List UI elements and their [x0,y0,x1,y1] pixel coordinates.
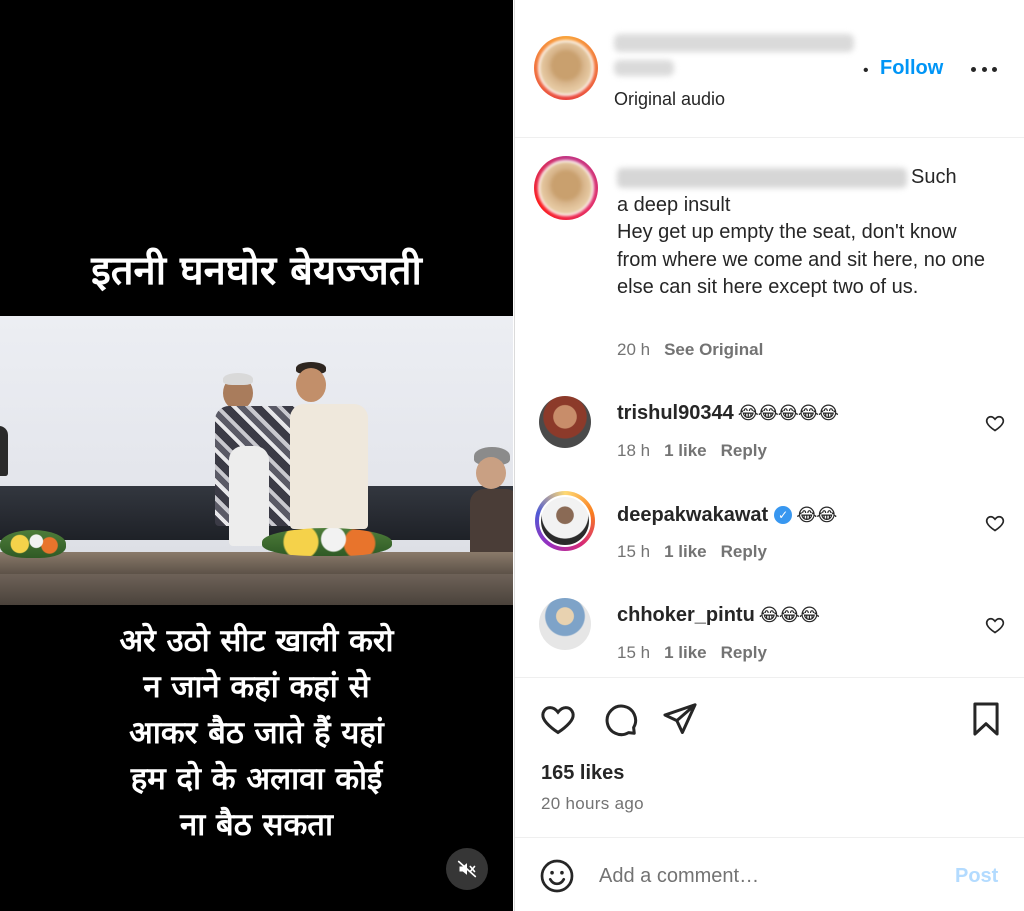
comment-likes[interactable]: 1 like [664,441,707,460]
comment-meta: 15 h 1 like Reply [617,542,781,562]
post-header: • Follow Original audio [515,0,1024,138]
caption-text: Such a deep insult Hey get up empty the … [617,166,985,298]
avatar[interactable] [539,396,591,448]
table [0,552,513,574]
comment-item: trishul90344 😂😂😂😂😂 18 h 1 like Reply [515,396,1024,496]
post-panel: • Follow Original audio Such a deep insu… [514,0,1024,911]
reply-button[interactable]: Reply [721,441,767,460]
comment-likes[interactable]: 1 like [664,542,707,561]
heart-icon[interactable] [985,615,1005,635]
verified-badge-icon: ✓ [774,506,793,524]
comment-bar: Post [515,837,1024,911]
bookmark-icon[interactable] [967,700,1005,738]
avatar[interactable] [538,40,594,96]
heart-icon[interactable] [539,700,577,738]
follow-button[interactable]: Follow [880,57,943,80]
flower-arrangement [0,530,66,558]
username-blurred[interactable] [614,34,854,52]
comment-text: 😂😂 [796,505,837,525]
video-bottom-caption: अरे उठो सीट खाली करो न जाने कहां कहां से… [119,623,394,843]
comment-item: deepakwakawat ✓ 😂😂 15 h 1 like Reply [515,491,1024,594]
comment-username[interactable]: deepakwakawat [617,504,768,526]
avatar[interactable] [539,495,591,547]
comment-input[interactable] [599,858,929,894]
video-frame [0,316,513,605]
separator-dot: • [863,62,869,79]
comment-username[interactable]: chhoker_pintu [617,604,755,626]
comment-username[interactable]: trishul90344 [617,402,734,424]
video-top-caption: इतनी घनघोर बेयज्जती [91,248,422,294]
smiley-icon[interactable] [539,858,575,894]
audio-link[interactable]: Original audio [614,89,725,110]
post-actions: 165 likes 20 hours ago [515,677,1024,837]
more-options-icon[interactable] [971,62,997,76]
caption-time: 20 h [617,340,651,359]
comment-meta: 18 h 1 like Reply [617,441,781,461]
video-player[interactable]: इतनी घनघोर बेयज्जती अरे उठो सीट खाली करो… [0,0,513,911]
comment-time: 15 h [617,542,651,561]
see-original-link[interactable]: See Original [664,340,763,359]
heart-icon[interactable] [985,513,1005,533]
avatar[interactable] [538,160,594,216]
mute-button[interactable] [446,848,488,890]
heart-icon[interactable] [985,413,1005,433]
reply-button[interactable]: Reply [721,542,767,561]
comment-text: 😂😂😂 [758,605,820,625]
comment-likes[interactable]: 1 like [664,643,707,662]
comment-time: 15 h [617,643,651,662]
speaker-muted-icon [457,860,477,878]
username-blurred[interactable] [617,167,907,188]
comment-icon[interactable] [601,700,639,738]
post-button[interactable]: Post [955,865,998,888]
comment-text: 😂😂😂😂😂 [737,403,839,423]
like-count[interactable]: 165 likes [541,762,624,785]
username-blurred [614,60,674,76]
comment-time: 18 h [617,441,651,460]
avatar[interactable] [539,598,591,650]
post-timestamp: 20 hours ago [541,794,644,813]
comment-meta: 15 h 1 like Reply [617,643,781,663]
flower-arrangement [262,528,392,556]
caption-meta: 20 h See Original [617,340,777,360]
share-icon[interactable] [661,700,699,738]
reply-button[interactable]: Reply [721,643,767,662]
